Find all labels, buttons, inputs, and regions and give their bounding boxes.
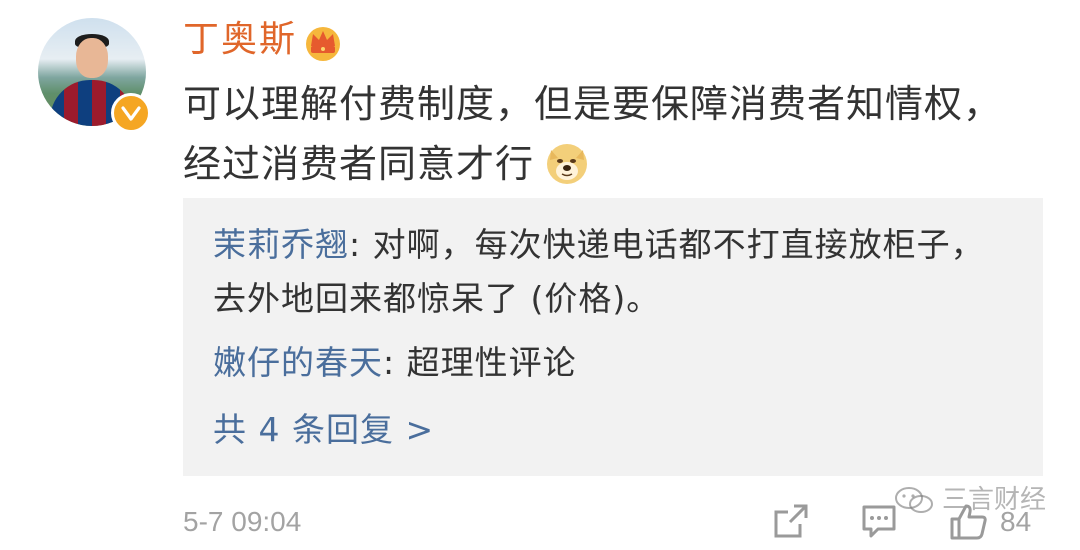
comment-text-line: 经过消费者同意才行 [183, 134, 1043, 194]
reply-separator: : [349, 225, 373, 264]
doge-emoji-icon [547, 143, 588, 184]
verified-badge-icon [111, 93, 151, 133]
like-icon[interactable] [948, 502, 990, 542]
comment-body: 可以理解付费制度，但是要保障消费者知情权， 经过消费者同意才行 [183, 74, 1043, 194]
like-count: 84 [1000, 506, 1032, 537]
comment-text-line: 可以理解付费制度，但是要保障消费者知情权， [183, 82, 1003, 126]
more-replies-link[interactable]: 共 4 条回复 > [213, 403, 434, 457]
reply-author[interactable]: 茉莉乔翘 [213, 225, 349, 264]
comment-timestamp: 5-7 09:04 [183, 506, 302, 537]
reply-text: 超理性评论 [406, 343, 577, 382]
reply-author[interactable]: 嫩仔的春天 [213, 343, 383, 382]
wechat-icon [895, 487, 933, 513]
share-icon[interactable] [772, 502, 810, 540]
username[interactable]: 丁奥斯 [183, 20, 297, 60]
reply-item[interactable]: 茉莉乔翘: 对啊，每次快递电话都不打直接放柜子，去外地回来都惊呆了 (价格)。 [213, 218, 993, 326]
vip-crown-icon [306, 27, 340, 61]
reply-separator: : [383, 343, 407, 382]
reply-item[interactable]: 嫩仔的春天: 超理性评论 [213, 336, 577, 390]
comment-icon[interactable] [860, 502, 898, 540]
avatar-face [76, 38, 108, 78]
comment-text-line2: 经过消费者同意才行 [183, 142, 535, 186]
replies-box: 茉莉乔翘: 对啊，每次快递电话都不打直接放柜子，去外地回来都惊呆了 (价格)。 … [183, 198, 1043, 476]
